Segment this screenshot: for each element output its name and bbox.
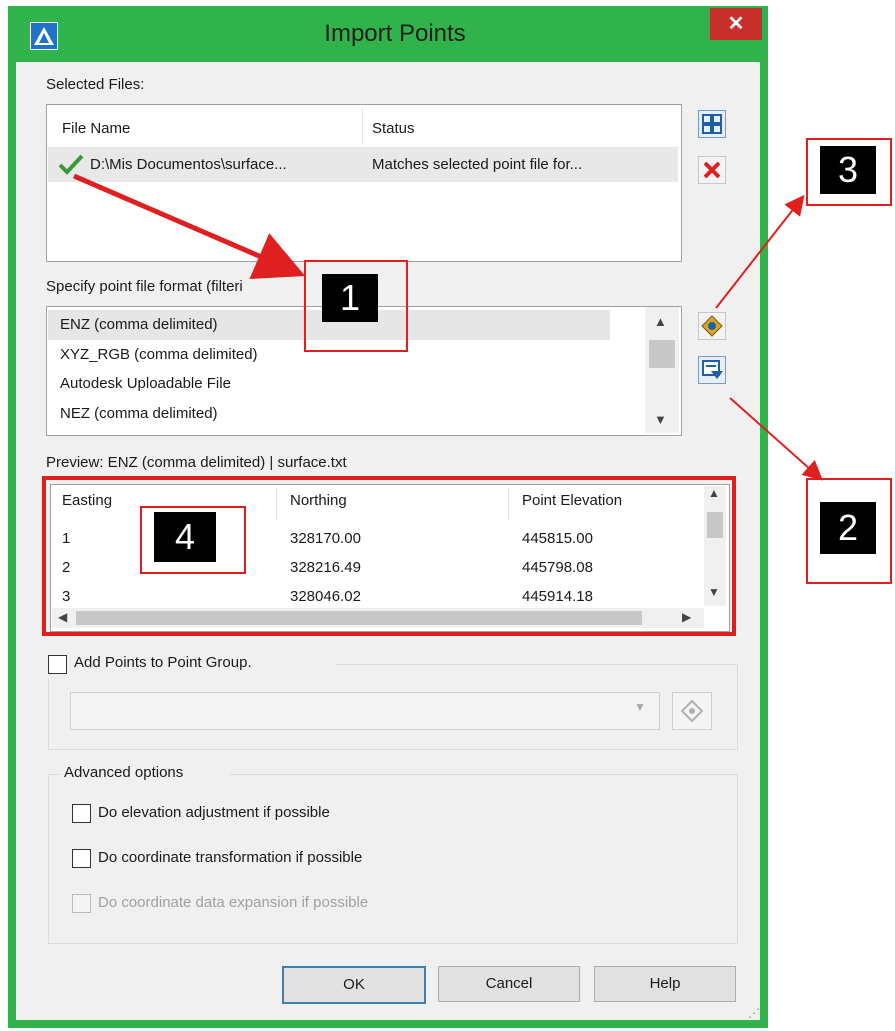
annotation-2-number: 2	[820, 502, 876, 554]
arrow-to-2	[729, 397, 823, 481]
arrow-to-3	[715, 194, 805, 309]
annotation-3-number: 3	[820, 146, 876, 194]
arrow-to-1	[73, 173, 306, 280]
annotation-1-number: 1	[322, 274, 378, 322]
annotation-4-number: 4	[154, 512, 216, 562]
